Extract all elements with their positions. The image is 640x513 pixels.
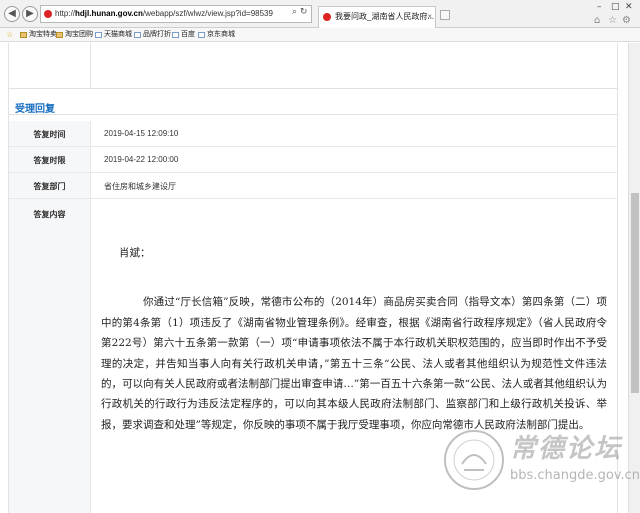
forward-button[interactable]: ▶: [22, 6, 38, 22]
folder-icon: [20, 32, 27, 38]
section-title: 受理回复: [15, 104, 55, 115]
favorites-bar-star[interactable]: ☆: [6, 30, 14, 40]
settings-gear-icon[interactable]: ⚙: [622, 15, 631, 26]
page-icon: [172, 32, 179, 38]
url-path: /webapp/szf/wlwz/view.jsp?id=98539: [142, 9, 273, 18]
previous-row-label: [9, 43, 91, 89]
reply-letter: 肖斌： 你通过“厅长信箱”反映，常德市公布的（2014年）商品房买卖合同（指导文…: [101, 243, 607, 435]
minimize-button[interactable]: –: [597, 2, 602, 12]
reply-card: 受理回复 答复时间 2019-04-15 12:09:10 答复时限 2019-…: [8, 43, 618, 513]
scrollbar-thumb[interactable]: [631, 193, 639, 393]
star-icon: ☆: [6, 30, 14, 39]
maximize-button[interactable]: □: [611, 2, 620, 12]
tab-active[interactable]: 我要问政_湖南省人民政府... ×: [318, 6, 436, 28]
reply-time-row: 答复时间 2019-04-15 12:09:10: [9, 121, 617, 147]
tab-close-icon[interactable]: ×: [427, 7, 432, 27]
search-icon[interactable]: ⌕: [292, 7, 297, 17]
browser-window: ◀ ▶ http://hdjl.hunan.gov.cn/webapp/szf/…: [0, 0, 640, 513]
page-icon: [95, 32, 102, 38]
fav-item[interactable]: 品牌打折: [134, 30, 171, 40]
fav-item[interactable]: 淘宝特卖: [20, 30, 57, 40]
url-host: hdjl.hunan.gov.cn: [75, 9, 143, 18]
reply-dept-value: 省住房和城乡建设厅: [104, 182, 176, 191]
fav-item[interactable]: 百度: [172, 30, 195, 40]
favorites-star-icon[interactable]: ☆: [608, 15, 617, 26]
tab-title: 我要问政_湖南省人民政府...: [335, 12, 435, 21]
fav-label: 天猫商城: [104, 31, 132, 38]
close-window-button[interactable]: ✕: [625, 2, 633, 12]
fav-label: 百度: [181, 31, 195, 38]
fav-label: 京东商城: [207, 31, 235, 38]
page-icon: [134, 32, 141, 38]
folder-icon: [56, 32, 63, 38]
fav-item[interactable]: 京东商城: [198, 30, 235, 40]
fav-label: 品牌打折: [143, 31, 171, 38]
vertical-scrollbar[interactable]: [628, 43, 640, 513]
new-tab-button[interactable]: [440, 10, 450, 20]
url-prefix: http://: [55, 9, 76, 18]
back-button[interactable]: ◀: [4, 6, 20, 22]
site-favicon-icon: [44, 10, 52, 18]
letter-greeting: 肖斌：: [119, 247, 151, 259]
fav-label: 淘宝特卖: [29, 31, 57, 38]
reply-content-label: 答复内容: [9, 199, 91, 513]
reply-dept-label: 答复部门: [9, 173, 91, 198]
page-viewport: 受理回复 答复时间 2019-04-15 12:09:10 答复时限 2019-…: [0, 43, 628, 513]
tab-favicon-icon: [323, 13, 331, 21]
reply-time-value: 2019-04-15 12:09:10: [104, 129, 179, 138]
previous-row: [9, 43, 617, 89]
page-icon: [198, 32, 205, 38]
reply-deadline-row: 答复时限 2019-04-22 12:00:00: [9, 147, 617, 173]
reply-time-label: 答复时间: [9, 121, 91, 146]
reply-deadline-label: 答复时限: [9, 147, 91, 172]
fav-item[interactable]: 天猫商城: [95, 30, 132, 40]
fav-item[interactable]: 淘宝团购: [56, 30, 93, 40]
letter-body: 你通过“厅长信箱”反映，常德市公布的（2014年）商品房买卖合同（指导文本）第四…: [101, 296, 607, 431]
address-bar-area: ◀ ▶ http://hdjl.hunan.gov.cn/webapp/szf/…: [0, 0, 640, 28]
address-input[interactable]: http://hdjl.hunan.gov.cn/webapp/szf/wlwz…: [40, 5, 312, 23]
reply-dept-row: 答复部门 省住房和城乡建设厅: [9, 173, 617, 199]
refresh-icon[interactable]: ↻: [300, 7, 308, 17]
reply-deadline-value: 2019-04-22 12:00:00: [104, 155, 179, 164]
section-divider: [9, 114, 617, 115]
fav-label: 淘宝团购: [65, 31, 93, 38]
favorites-bar: ☆ 淘宝特卖 淘宝团购 天猫商城 品牌打折 百度 京东商城: [0, 28, 640, 42]
home-icon[interactable]: ⌂: [594, 15, 600, 26]
url-tools: ⌕ ↻: [292, 7, 307, 17]
